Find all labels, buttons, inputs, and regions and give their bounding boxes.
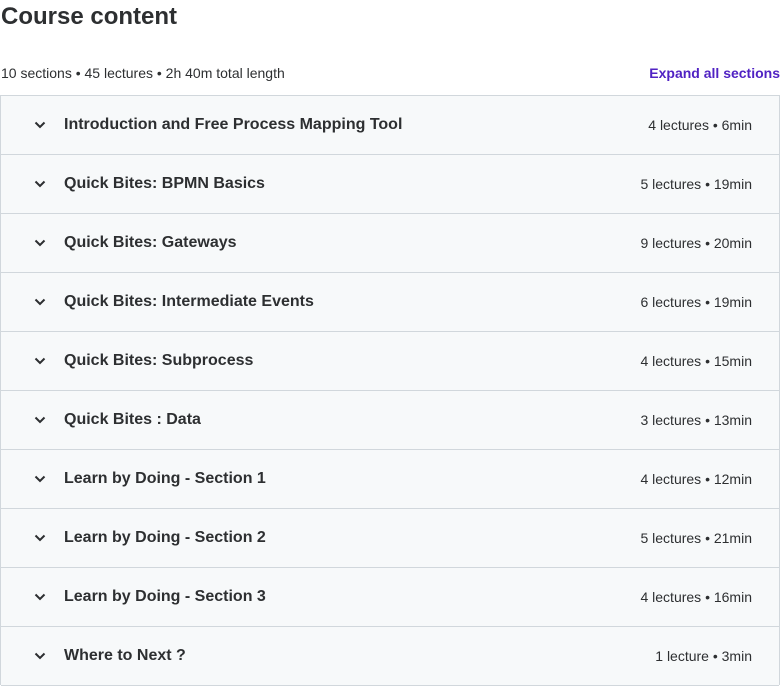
course-content-panel: Course content 10 sections • 45 lectures… [0, 0, 780, 686]
section-title: Introduction and Free Process Mapping To… [64, 116, 403, 133]
section-header[interactable]: Quick Bites: Gateways 9 lectures • 20min [1, 214, 779, 273]
chevron-down-icon [32, 294, 48, 310]
section-title: Learn by Doing - Section 2 [64, 529, 266, 546]
section-title: Quick Bites: BPMN Basics [64, 175, 265, 192]
section-title: Quick Bites: Subprocess [64, 352, 254, 369]
course-summary: 10 sections • 45 lectures • 2h 40m total… [1, 65, 285, 81]
chevron-down-icon [32, 117, 48, 133]
chevron-down-icon [32, 471, 48, 487]
section-header[interactable]: Quick Bites: Subprocess 4 lectures • 15m… [1, 332, 779, 391]
section-header[interactable]: Learn by Doing - Section 2 5 lectures • … [1, 509, 779, 568]
section-title: Learn by Doing - Section 3 [64, 588, 266, 605]
section-title: Quick Bites: Gateways [64, 234, 237, 251]
section-meta: 5 lectures • 21min [640, 530, 752, 546]
section-header[interactable]: Learn by Doing - Section 3 4 lectures • … [1, 568, 779, 627]
chevron-down-icon [32, 412, 48, 428]
section-meta: 9 lectures • 20min [640, 235, 752, 251]
section-header[interactable]: Introduction and Free Process Mapping To… [1, 96, 779, 155]
chevron-down-icon [32, 648, 48, 664]
section-meta: 1 lecture • 3min [655, 648, 752, 664]
section-meta: 4 lectures • 15min [640, 353, 752, 369]
section-title: Quick Bites: Intermediate Events [64, 293, 314, 310]
section-meta: 4 lectures • 6min [648, 117, 752, 133]
section-header[interactable]: Quick Bites: BPMN Basics 5 lectures • 19… [1, 155, 779, 214]
section-meta: 4 lectures • 12min [640, 471, 752, 487]
page-title: Course content [1, 3, 178, 30]
chevron-down-icon [32, 530, 48, 546]
section-header[interactable]: Where to Next ? 1 lecture • 3min [1, 627, 779, 686]
section-header[interactable]: Quick Bites: Intermediate Events 6 lectu… [1, 273, 779, 332]
course-summary-row: 10 sections • 45 lectures • 2h 40m total… [0, 62, 780, 84]
chevron-down-icon [32, 589, 48, 605]
section-header[interactable]: Quick Bites : Data 3 lectures • 13min [1, 391, 779, 450]
section-title: Quick Bites : Data [64, 411, 201, 428]
section-meta: 6 lectures • 19min [640, 294, 752, 310]
expand-all-sections-button[interactable]: Expand all sections [649, 62, 780, 84]
section-title: Learn by Doing - Section 1 [64, 470, 266, 487]
chevron-down-icon [32, 176, 48, 192]
chevron-down-icon [32, 353, 48, 369]
section-meta: 4 lectures • 16min [640, 589, 752, 605]
section-title: Where to Next ? [64, 647, 186, 664]
section-meta: 5 lectures • 19min [640, 176, 752, 192]
section-header[interactable]: Learn by Doing - Section 1 4 lectures • … [1, 450, 779, 509]
chevron-down-icon [32, 235, 48, 251]
sections-list: Introduction and Free Process Mapping To… [0, 95, 780, 686]
section-meta: 3 lectures • 13min [640, 412, 752, 428]
